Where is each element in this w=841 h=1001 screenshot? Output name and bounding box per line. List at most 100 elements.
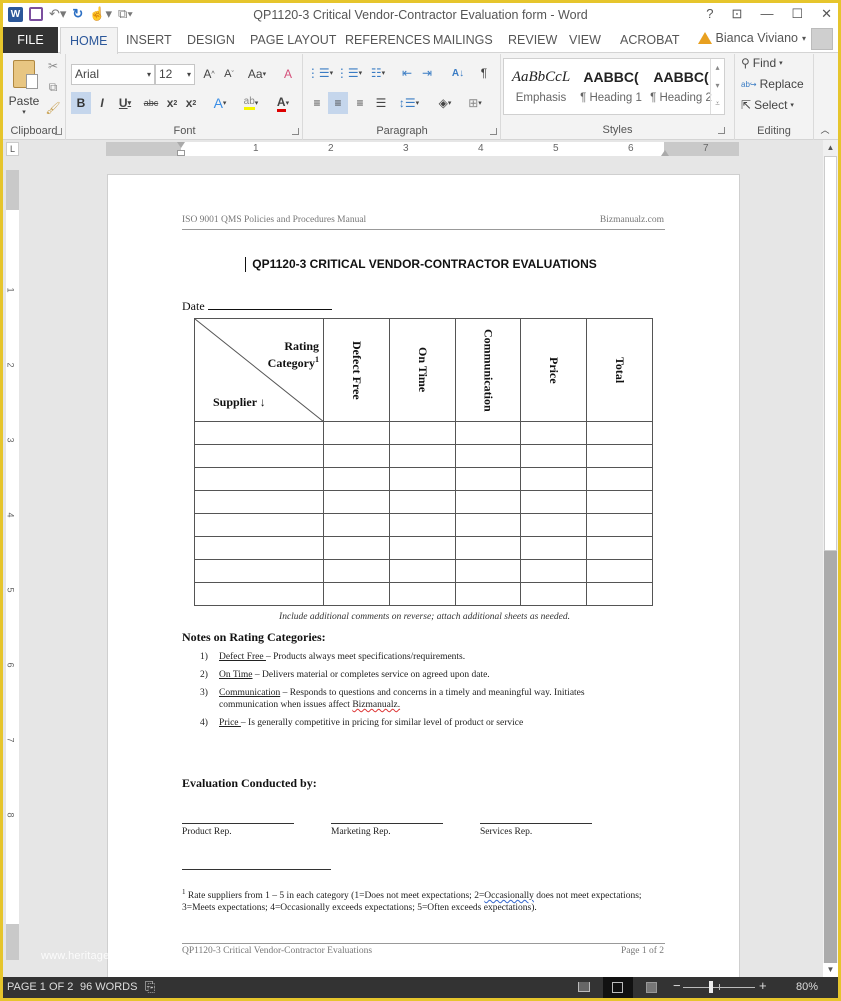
line-spacing-icon[interactable]: ↕☰ ▾ [396, 92, 422, 114]
text-effects-icon[interactable]: A ▾ [207, 92, 233, 114]
supplier-cell[interactable] [194, 467, 324, 491]
web-layout-icon[interactable] [643, 979, 661, 995]
bullets-icon[interactable]: ⋮☰ ▾ [307, 64, 333, 82]
rating-cell[interactable] [455, 559, 521, 583]
rating-cell[interactable] [323, 490, 390, 514]
supplier-cell[interactable] [194, 536, 324, 560]
signature-line[interactable] [331, 823, 443, 824]
more-icon[interactable]: ⩡ [711, 95, 724, 113]
shrink-font-icon[interactable]: Aˇ [221, 65, 237, 83]
page-count[interactable]: PAGE 1 OF 2 [7, 981, 73, 993]
tab-home[interactable]: HOME [60, 27, 118, 54]
font-color-icon[interactable]: A ▾ [269, 92, 297, 114]
zoom-slider[interactable] [683, 981, 755, 993]
justify-icon[interactable]: ☰ [371, 92, 391, 114]
tab-insert[interactable]: INSERT [117, 27, 181, 53]
rating-cell[interactable] [520, 444, 587, 468]
numbering-icon[interactable]: ⋮☰ ▾ [336, 64, 362, 82]
scroll-up-icon[interactable]: ▲ [823, 140, 838, 156]
rating-cell[interactable] [455, 444, 521, 468]
rating-cell[interactable] [323, 582, 390, 606]
collapse-ribbon-icon[interactable]: ︿ [818, 122, 832, 136]
corner-cell[interactable]: Rating Category1 Supplier ↓ [194, 318, 324, 422]
borders-icon[interactable]: ⊞ ▾ [462, 92, 488, 114]
user-account[interactable]: Bianca Viviano ▾ [697, 31, 806, 45]
style-emphasis[interactable]: AaBbCcL Emphasis [506, 59, 576, 114]
tab-design[interactable]: DESIGN [178, 27, 244, 53]
shading-icon[interactable]: ◈ ▾ [432, 92, 458, 114]
rating-cell[interactable] [389, 536, 456, 560]
format-painter-icon[interactable]: 🖌 [45, 100, 61, 116]
font-launcher[interactable] [292, 128, 299, 135]
print-layout-icon[interactable] [603, 977, 633, 998]
decrease-indent-icon[interactable]: ⇤ [398, 64, 416, 82]
rating-cell[interactable] [323, 513, 390, 537]
chevron-down-icon[interactable]: ▾ [711, 77, 724, 95]
underline-button[interactable]: U ▾ [113, 92, 137, 114]
tab-page-layout[interactable]: PAGE LAYOUT [241, 27, 345, 53]
column-header[interactable]: Defect Free [323, 318, 390, 422]
rating-cell[interactable] [520, 421, 587, 445]
rating-cell[interactable] [520, 490, 587, 514]
left-indent-marker[interactable] [177, 150, 185, 156]
avatar[interactable] [811, 28, 833, 50]
rating-cell[interactable] [389, 421, 456, 445]
rating-cell[interactable] [455, 582, 521, 606]
font-name-box[interactable]: Arial ▾ [71, 64, 155, 85]
scroll-track[interactable] [824, 551, 837, 963]
zoom-slider-thumb[interactable] [709, 981, 713, 993]
italic-button[interactable]: I [93, 92, 111, 114]
date-field[interactable]: Date [182, 299, 332, 314]
maximize-icon[interactable]: ☐ [791, 6, 803, 22]
proofing-icon[interactable]: ⎘ [145, 979, 155, 995]
find-button[interactable]: ⚲ Find ▾ [741, 56, 783, 70]
sort-icon[interactable]: A↓ [449, 64, 467, 82]
supplier-cell[interactable] [194, 559, 324, 583]
grow-font-icon[interactable]: A ^ [201, 65, 217, 83]
tab-view[interactable]: VIEW [560, 27, 610, 53]
minimize-icon[interactable]: — [760, 6, 773, 22]
subscript-button[interactable]: x2 [164, 92, 180, 114]
first-line-indent-marker[interactable] [177, 142, 185, 148]
align-center-icon[interactable]: ≡ [328, 92, 348, 114]
vertical-scrollbar[interactable]: ▲ ▼ [823, 140, 838, 977]
rating-cell[interactable] [455, 467, 521, 491]
rating-cell[interactable] [520, 559, 587, 583]
tab-acrobat[interactable]: ACROBAT [611, 27, 689, 53]
signature-line[interactable] [182, 823, 294, 824]
font-size-box[interactable]: 12 ▾ [155, 64, 195, 85]
rating-cell[interactable] [323, 559, 390, 583]
chevron-up-icon[interactable]: ▴ [711, 59, 724, 77]
rating-cell[interactable] [323, 536, 390, 560]
column-header[interactable]: On Time [389, 318, 456, 422]
rating-cell[interactable] [389, 559, 456, 583]
help-icon[interactable]: ? [706, 6, 713, 22]
tab-review[interactable]: REVIEW [499, 27, 566, 53]
rating-cell[interactable] [586, 444, 653, 468]
rating-cell[interactable] [323, 421, 390, 445]
rating-cell[interactable] [389, 467, 456, 491]
rating-cell[interactable] [389, 490, 456, 514]
vertical-ruler[interactable]: 1 2 3 4 5 6 7 8 [6, 170, 19, 960]
rating-cell[interactable] [586, 421, 653, 445]
scroll-thumb[interactable] [824, 156, 837, 551]
style-heading-2[interactable]: AABBC( ¶ Heading 2 [646, 59, 716, 114]
bold-button[interactable]: B [71, 92, 91, 114]
rating-cell[interactable] [520, 536, 587, 560]
multilevel-list-icon[interactable]: ☷ ▾ [365, 64, 391, 82]
rating-cell[interactable] [586, 536, 653, 560]
rating-cell[interactable] [455, 513, 521, 537]
rating-cell[interactable] [455, 490, 521, 514]
paragraph-launcher[interactable] [490, 128, 497, 135]
copy-icon[interactable]: ⧉ [45, 79, 61, 95]
rating-cell[interactable] [520, 467, 587, 491]
align-left-icon[interactable]: ≡ [307, 92, 327, 114]
rating-cell[interactable] [455, 421, 521, 445]
show-formatting-icon[interactable]: ¶ [476, 64, 492, 82]
increase-indent-icon[interactable]: ⇥ [418, 64, 436, 82]
right-indent-marker[interactable] [661, 150, 669, 156]
zoom-in-icon[interactable]: + [759, 978, 767, 993]
paste-button[interactable]: Paste ▾ [7, 58, 41, 118]
horizontal-ruler[interactable]: 1 2 3 4 5 6 7 [106, 142, 739, 156]
rating-cell[interactable] [323, 467, 390, 491]
